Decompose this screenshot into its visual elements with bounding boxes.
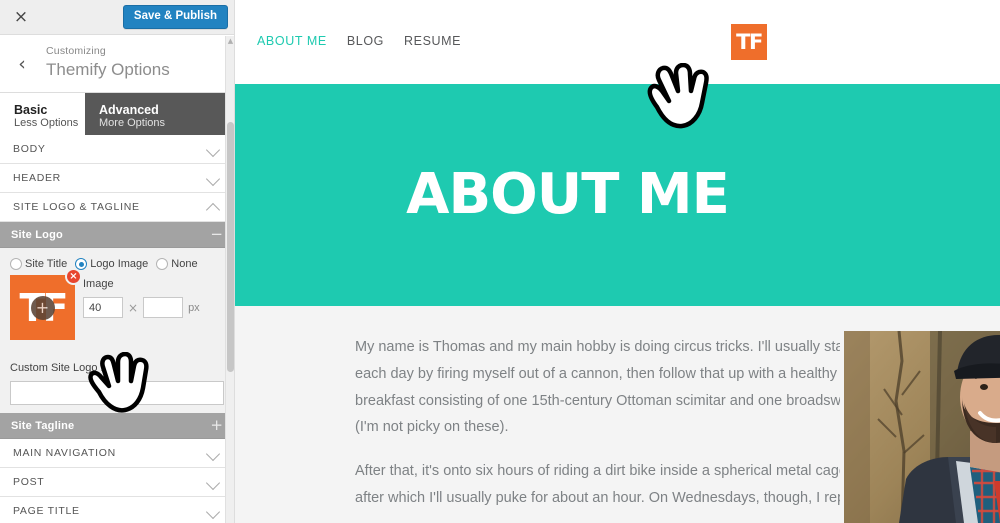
radio-none-dot[interactable] bbox=[156, 258, 169, 270]
custom-site-logo-link-label: Custom Site Logo Link bbox=[10, 362, 121, 374]
customizer-header: ‹ Customizing Themify Options bbox=[0, 35, 234, 93]
sidebar-item-site-logo-tagline-label: SITE LOGO & TAGLINE bbox=[13, 201, 140, 213]
radio-site-title[interactable]: Site Title bbox=[10, 258, 67, 270]
chevron-down-icon bbox=[207, 142, 221, 156]
logo-thumbnail-wrap: TF + × bbox=[10, 268, 82, 340]
hero-banner: ABOUT ME bbox=[235, 84, 1000, 306]
radio-site-title-label: Site Title bbox=[25, 258, 68, 270]
remove-logo-icon[interactable]: × bbox=[65, 268, 82, 285]
site-header: ABOUT ME BLOG RESUME TF bbox=[235, 0, 1000, 84]
about-text: My name is Thomas and my main hobby is d… bbox=[355, 334, 875, 523]
sidebar-item-body-label: BODY bbox=[13, 143, 46, 155]
sidebar-item-main-navigation-label: MAIN NAVIGATION bbox=[13, 447, 116, 459]
tab-advanced[interactable]: Advanced More Options bbox=[85, 93, 234, 135]
sidebar-item-main-navigation[interactable]: MAIN NAVIGATION bbox=[0, 439, 234, 468]
scroll-up-icon[interactable]: ▲ bbox=[226, 38, 234, 45]
tab-advanced-label: Advanced bbox=[99, 102, 159, 117]
sidebar-scrollbar-thumb[interactable] bbox=[227, 122, 234, 372]
breadcrumb: Customizing bbox=[46, 45, 106, 58]
image-label: Image bbox=[83, 278, 114, 290]
page-title: Themify Options bbox=[46, 59, 170, 79]
paragraph-1: My name is Thomas and my main hobby is d… bbox=[355, 339, 862, 436]
site-logo-group-header[interactable]: Site Logo − bbox=[0, 222, 234, 248]
main-navigation: ABOUT ME BLOG RESUME bbox=[257, 34, 461, 48]
chevron-down-icon bbox=[207, 171, 221, 185]
page-content: My name is Thomas and my main hobby is d… bbox=[235, 306, 1000, 523]
custom-site-logo-link-block: Custom Site Logo Link bbox=[10, 362, 224, 405]
site-tagline-group-header[interactable]: Site Tagline + bbox=[0, 413, 234, 439]
site-logo-type-radio-group: Site Title Logo Image None bbox=[10, 258, 224, 270]
paragraph-2: After that, it's onto six hours of ridin… bbox=[355, 463, 872, 507]
nav-link-blog[interactable]: BLOG bbox=[347, 34, 384, 48]
tab-basic-label: Basic bbox=[14, 102, 48, 117]
logo-size-row: × px bbox=[83, 297, 224, 318]
customizer-header-text: Customizing Themify Options bbox=[40, 45, 170, 82]
sidebar-item-body[interactable]: BODY bbox=[0, 135, 234, 164]
site-tagline-group-label: Site Tagline bbox=[11, 419, 75, 432]
nav-link-about-me[interactable]: ABOUT ME bbox=[257, 34, 327, 48]
minus-icon[interactable]: − bbox=[210, 227, 223, 242]
site-logo-text: TF bbox=[736, 29, 763, 54]
sidebar-item-header-label: HEADER bbox=[13, 172, 61, 184]
add-image-icon[interactable]: + bbox=[30, 295, 55, 320]
tab-basic-sublabel: Less Options bbox=[14, 117, 79, 130]
logo-dimension-fields: Image × px bbox=[83, 275, 224, 318]
close-icon[interactable]: × bbox=[10, 6, 32, 28]
plus-icon[interactable]: + bbox=[210, 418, 223, 433]
radio-site-title-dot[interactable] bbox=[10, 258, 22, 270]
logo-image-area: TF + × Image × px bbox=[10, 268, 224, 340]
sidebar-item-post[interactable]: POST bbox=[0, 468, 234, 497]
back-chevron-icon[interactable]: ‹ bbox=[4, 35, 40, 93]
sidebar-item-site-logo-tagline[interactable]: SITE LOGO & TAGLINE bbox=[0, 193, 234, 222]
sidebar-scrollbar[interactable]: ▲ bbox=[225, 36, 234, 523]
chevron-up-icon bbox=[207, 200, 221, 214]
tab-basic[interactable]: Basic Less Options bbox=[0, 93, 85, 135]
logo-thumbnail[interactable]: TF + bbox=[10, 275, 75, 340]
radio-none-label: None bbox=[171, 258, 198, 270]
site-logo[interactable]: TF bbox=[731, 24, 767, 60]
site-preview: ABOUT ME BLOG RESUME TF ABOUT ME My name… bbox=[235, 0, 1000, 523]
custom-site-logo-link-input[interactable] bbox=[10, 381, 224, 405]
nav-link-resume[interactable]: RESUME bbox=[404, 34, 461, 48]
profile-photo-image bbox=[844, 331, 1000, 523]
sidebar-item-page-title-label: PAGE TITLE bbox=[13, 505, 80, 517]
radio-logo-image[interactable]: Logo Image bbox=[75, 258, 148, 270]
chevron-down-icon bbox=[207, 504, 221, 518]
sidebar-item-header[interactable]: HEADER bbox=[0, 164, 234, 193]
logo-height-input[interactable] bbox=[143, 297, 184, 318]
hero-title: ABOUT ME bbox=[406, 162, 730, 227]
profile-photo bbox=[840, 331, 1000, 523]
logo-width-input[interactable] bbox=[83, 297, 123, 318]
tab-advanced-sublabel: More Options bbox=[99, 117, 166, 130]
save-and-publish-button[interactable]: Save & Publish bbox=[122, 4, 228, 30]
customizer-screen: × Save & Publish ‹ Customizing Themify O… bbox=[0, 0, 1000, 523]
chevron-down-icon bbox=[207, 446, 221, 460]
radio-logo-image-label: Logo Image bbox=[90, 258, 149, 270]
radio-none[interactable]: None bbox=[156, 258, 198, 270]
customizer-sidebar: × Save & Publish ‹ Customizing Themify O… bbox=[0, 0, 235, 523]
dimension-unit-label: px bbox=[188, 301, 200, 314]
options-tabs: Basic Less Options Advanced More Options bbox=[0, 93, 234, 135]
sidebar-item-post-label: POST bbox=[13, 476, 45, 488]
options-section-list: BODY HEADER SITE LOGO & TAGLINE Site Log… bbox=[0, 135, 234, 523]
customizer-topbar: × Save & Publish bbox=[0, 0, 234, 35]
sidebar-item-page-title[interactable]: PAGE TITLE bbox=[0, 497, 234, 523]
site-logo-group-label: Site Logo bbox=[11, 228, 63, 241]
site-logo-settings: Site Title Logo Image None TF bbox=[0, 248, 234, 413]
chevron-down-icon bbox=[207, 475, 221, 489]
dimension-times-icon: × bbox=[128, 300, 139, 315]
